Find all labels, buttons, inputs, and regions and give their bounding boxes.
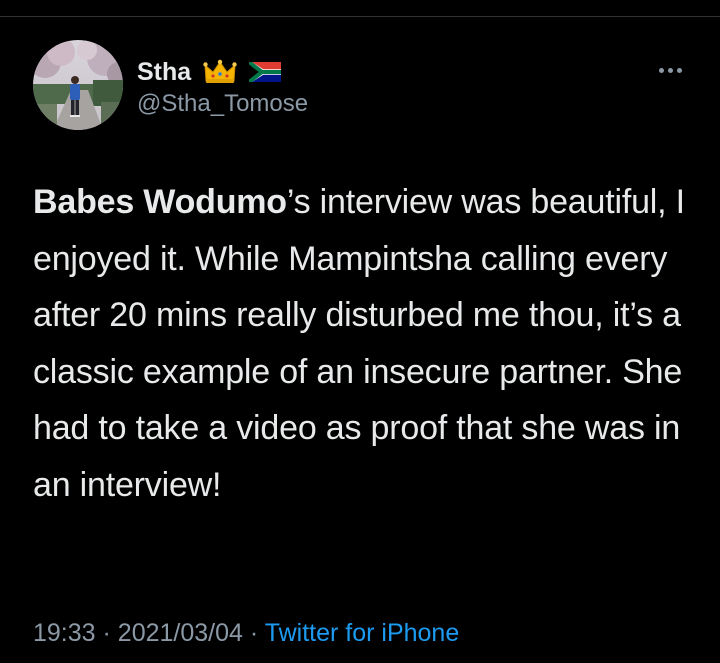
user-handle[interactable]: @Stha_Tomose <box>137 89 308 119</box>
avatar-photo <box>33 40 123 130</box>
tweet-source-link[interactable]: Twitter for iPhone <box>265 619 460 647</box>
display-name[interactable]: Stha <box>137 56 191 88</box>
tweet-date[interactable]: 2021/03/04 <box>118 619 243 647</box>
tweet-text: Babes Wodumo’s interview was beautiful, … <box>33 174 693 513</box>
tweet-text-body: ’s interview was beautiful, I enjoyed it… <box>33 183 685 504</box>
more-options-button[interactable] <box>650 58 690 82</box>
ellipsis-icon <box>667 67 673 73</box>
tweet-time[interactable]: 19:33 <box>33 619 96 647</box>
author-name-row[interactable]: Stha <box>137 56 282 88</box>
tweet-text-bold[interactable]: Babes Wodumo <box>33 183 287 221</box>
ellipsis-icon <box>658 67 664 73</box>
top-divider <box>0 16 720 17</box>
meta-separator: · <box>249 619 259 647</box>
meta-separator: · <box>102 619 111 647</box>
avatar[interactable] <box>33 40 123 130</box>
south-africa-flag-icon <box>247 60 282 84</box>
crown-icon <box>203 59 237 85</box>
tweet-metadata: 19:33 · 2021/03/04 · Twitter for iPhone <box>33 616 459 650</box>
ellipsis-icon <box>676 67 682 73</box>
